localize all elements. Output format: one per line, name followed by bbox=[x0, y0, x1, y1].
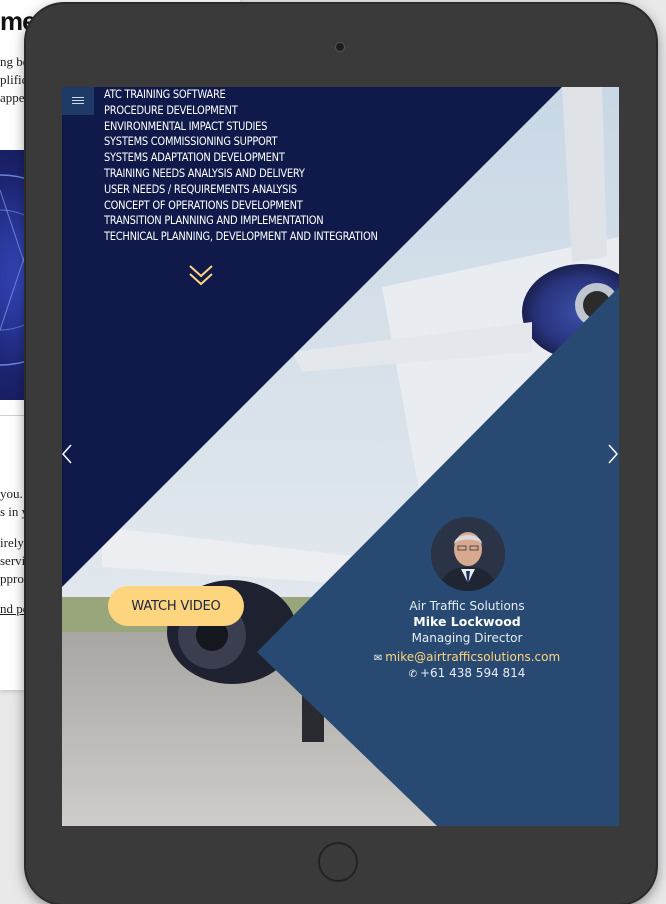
camera-icon bbox=[335, 42, 345, 52]
service-item: TRANSITION PLANNING AND IMPLEMENTATION bbox=[104, 213, 324, 228]
tablet-frame: ATC TRAINING SOFTWARE PROCEDURE DEVELOPM… bbox=[26, 4, 656, 904]
service-item: CONCEPT OF OPERATIONS DEVELOPMENT bbox=[104, 197, 303, 212]
document-line: plific bbox=[0, 72, 28, 87]
email-icon: ✉ bbox=[373, 653, 383, 664]
hamburger-icon bbox=[72, 97, 84, 105]
document-line: ng be bbox=[0, 54, 29, 69]
previous-slide-arrow-icon[interactable] bbox=[62, 443, 74, 465]
phone-icon: ✆ bbox=[408, 669, 417, 680]
company-name: Air Traffic Solutions bbox=[409, 599, 525, 613]
service-item: SYSTEMS COMMISSIONING SUPPORT bbox=[104, 134, 278, 149]
profile-photo bbox=[431, 517, 505, 591]
service-item: ATC TRAINING SOFTWARE bbox=[104, 87, 226, 101]
service-item: PROCEDURE DEVELOPMENT bbox=[104, 102, 238, 117]
person-role: Managing Director bbox=[411, 631, 523, 645]
service-item: USER NEEDS / REQUIREMENTS ANALYSIS bbox=[104, 181, 297, 196]
services-list: ATC TRAINING SOFTWARE PROCEDURE DEVELOPM… bbox=[104, 87, 378, 245]
document-link[interactable]: nd pe bbox=[0, 601, 29, 617]
tablet-screen: ATC TRAINING SOFTWARE PROCEDURE DEVELOPM… bbox=[62, 87, 619, 826]
home-button[interactable] bbox=[318, 842, 358, 882]
chevron-down-icon[interactable] bbox=[188, 263, 214, 287]
person-name: Mike Lockwood bbox=[413, 614, 521, 629]
avatar bbox=[431, 517, 505, 591]
menu-button[interactable] bbox=[62, 87, 94, 115]
contact-card: Air Traffic Solutions Mike Lockwood Mana… bbox=[342, 598, 592, 683]
watch-video-button[interactable]: WATCH VIDEO bbox=[108, 586, 244, 626]
document-line: appe bbox=[0, 90, 25, 105]
service-item: TRAINING NEEDS ANALYSIS AND DELIVERY bbox=[104, 165, 305, 180]
next-slide-arrow-icon[interactable] bbox=[606, 443, 619, 465]
phone-number[interactable]: +61 438 594 814 bbox=[420, 666, 525, 680]
email-link[interactable]: mike@airtrafficsolutions.com bbox=[385, 650, 560, 664]
service-item: TECHNICAL PLANNING, DEVELOPMENT AND INTE… bbox=[104, 229, 378, 244]
service-item: SYSTEMS ADAPTATION DEVELOPMENT bbox=[104, 150, 285, 165]
service-item: ENVIRONMENTAL IMPACT STUDIES bbox=[104, 118, 268, 133]
